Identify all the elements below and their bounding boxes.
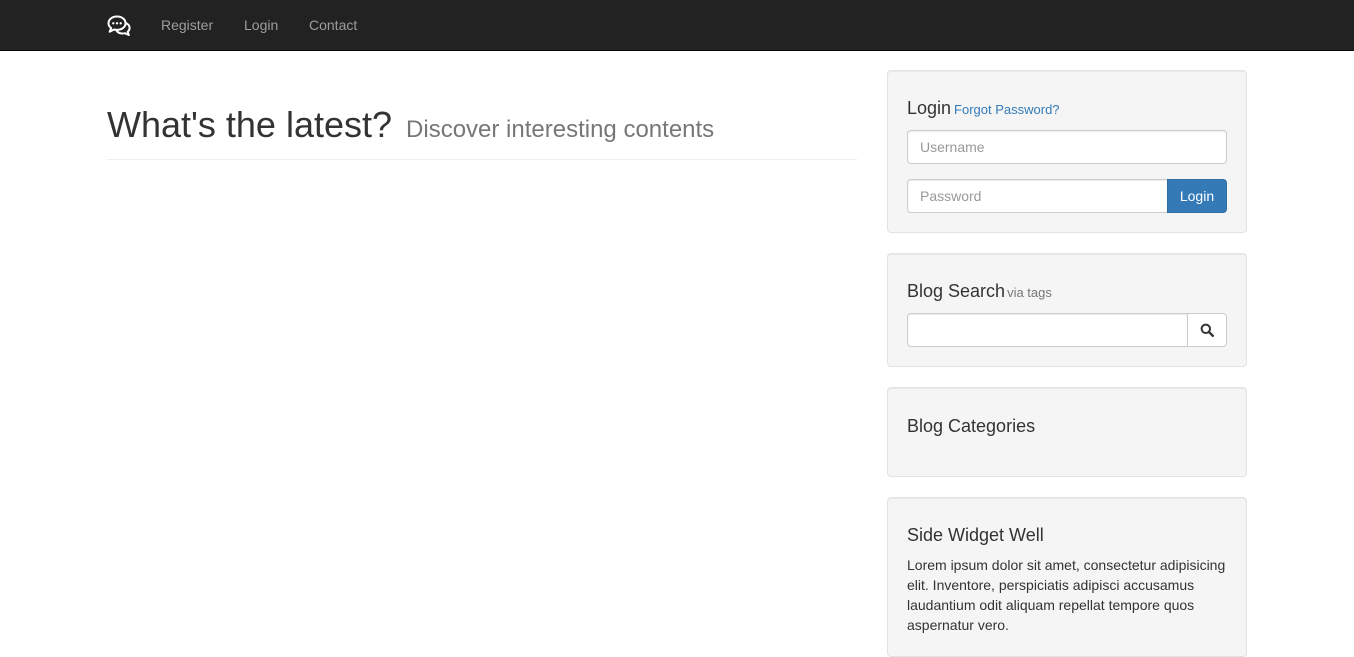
blog-categories-well: Blog Categories (887, 387, 1247, 477)
side-widget-title: Side Widget Well (907, 525, 1044, 545)
nav-login-link[interactable]: Login (244, 15, 278, 35)
blog-search-button[interactable] (1187, 313, 1227, 347)
top-navbar: Register Login Contact (0, 0, 1354, 51)
page-header: What's the latest? Discover interesting … (107, 102, 857, 160)
blog-search-subtitle: via tags (1007, 285, 1052, 300)
login-title-text: Login (907, 98, 952, 118)
password-input[interactable] (907, 179, 1168, 213)
forgot-password-link[interactable]: Forgot Password? (954, 102, 1060, 117)
blog-search-well: Blog Search via tags (887, 253, 1247, 367)
login-well: LoginForgot Password? Login (887, 70, 1247, 233)
page-title: What's the latest? Discover interesting … (107, 102, 714, 152)
nav-register-link[interactable]: Register (161, 15, 213, 35)
page-subtitle: Discover interesting contents (406, 116, 715, 143)
blog-search-title-text: Blog Search (907, 281, 1006, 301)
username-input[interactable] (907, 130, 1227, 164)
search-icon (1200, 323, 1215, 337)
chat-bubbles-icon[interactable] (106, 14, 132, 38)
blog-search-input[interactable] (907, 313, 1188, 347)
login-button[interactable]: Login (1167, 179, 1227, 213)
side-widget-well: Side Widget Well Lorem ipsum dolor sit a… (887, 497, 1247, 657)
page-title-text: What's the latest? (107, 104, 393, 145)
login-title: Login Forgot Password? (907, 97, 1060, 121)
blog-categories-title: Blog Categories (907, 416, 1036, 436)
blog-search-title: Blog Search via tags (907, 280, 1052, 304)
nav-contact-link[interactable]: Contact (309, 15, 357, 35)
side-widget-text: Lorem ipsum dolor sit amet, consectetur … (907, 557, 1226, 633)
